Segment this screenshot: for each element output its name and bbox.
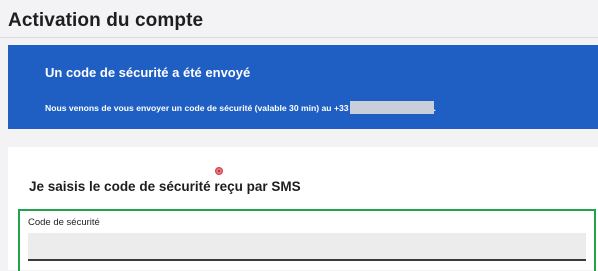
security-code-label: Code de sécurité [28,217,100,228]
mouse-cursor-indicator [215,167,223,175]
banner-message-line: Nous venons de vous envoyer un code de s… [45,101,436,114]
banner-phone-prefix: +33 [333,103,349,113]
banner-message: Nous venons de vous envoyer un code de s… [45,103,332,113]
banner-title: Un code de sécurité a été envoyé [45,65,251,80]
info-banner: Un code de sécurité a été envoyé Nous ve… [8,45,598,129]
title-divider [0,37,598,38]
banner-trailing: . [433,103,436,113]
code-entry-card: Je saisis le code de sécurité reçu par S… [8,147,598,271]
redacted-phone-number [349,101,434,114]
security-code-input[interactable] [28,233,586,261]
security-code-field-group: Code de sécurité [18,209,596,271]
page-title: Activation du compte [8,10,204,31]
code-entry-heading: Je saisis le code de sécurité reçu par S… [29,179,301,194]
